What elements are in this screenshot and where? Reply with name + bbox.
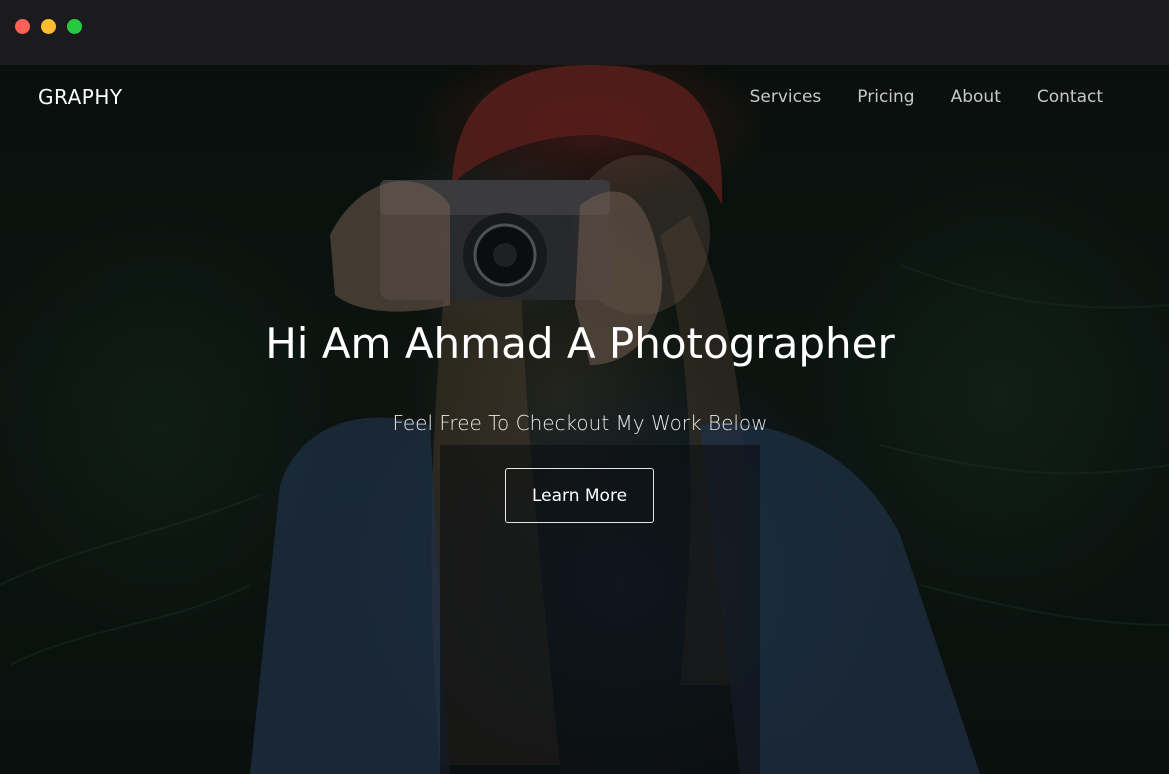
learn-more-button[interactable]: Learn More [505,468,654,523]
nav-link-contact[interactable]: Contact [1037,87,1103,107]
maximize-window-button[interactable] [67,19,82,34]
nav-link-about[interactable]: About [951,87,1001,107]
nav-link-pricing[interactable]: Pricing [857,87,914,107]
minimize-window-button[interactable] [41,19,56,34]
hero-subtitle: Feel Free To Checkout My Work Below [392,411,768,435]
main-nav: Services Pricing About Contact [714,87,1103,107]
nav-link-services[interactable]: Services [750,87,822,107]
hero-section: GRAPHY Services Pricing About Contact Hi… [0,65,1169,774]
browser-window: GRAPHY Services Pricing About Contact Hi… [0,0,1169,774]
close-window-button[interactable] [15,19,30,34]
window-titlebar [0,0,1169,65]
site-logo[interactable]: GRAPHY [38,85,123,109]
hero-title: Hi Am Ahmad A Photographer [265,319,895,368]
